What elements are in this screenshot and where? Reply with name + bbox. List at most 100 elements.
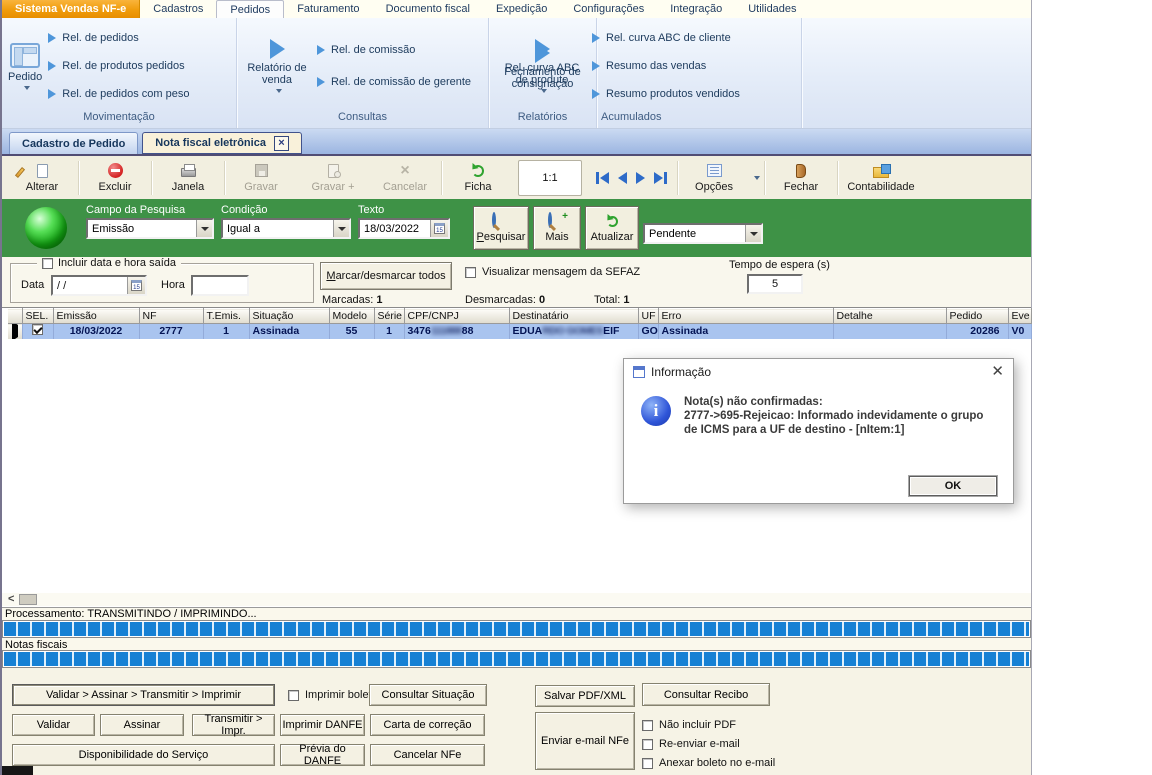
atualizar-button[interactable]: Atualizar (585, 206, 639, 250)
row-temis: 1 (203, 324, 249, 339)
relatorio-venda-button[interactable]: Relatório de venda (243, 39, 311, 93)
pesquisar-button[interactable]: Pesquisar (473, 206, 529, 250)
pedido-button[interactable]: Pedido (8, 43, 42, 90)
menu-item-resumo-vendas[interactable]: Resumo das vendas (592, 60, 740, 72)
close-tab-icon[interactable]: × (274, 136, 289, 151)
col-situacao[interactable]: Situação (249, 309, 329, 324)
ficha-button[interactable]: Ficha (442, 158, 514, 198)
nao-incluir-pdf-checkbox[interactable] (642, 720, 653, 731)
col-sel[interactable]: SEL. (22, 309, 53, 324)
menu-tab-integracao[interactable]: Integração (657, 0, 735, 18)
cancelar-nfe-button[interactable]: Cancelar NFe (370, 744, 485, 766)
mais-button[interactable]: + Mais (533, 206, 581, 250)
play-arrow-icon (592, 33, 600, 43)
tempo-espera-input[interactable]: 5 (747, 274, 803, 294)
opcoes-button[interactable]: Opções (678, 158, 750, 198)
col-modelo[interactable]: Modelo (329, 309, 374, 324)
cancelar-button[interactable]: ×Cancelar (369, 158, 441, 198)
hora-saida-input[interactable] (191, 275, 249, 296)
sefaz-checkbox[interactable] (465, 267, 476, 278)
marcar-desmarcar-button[interactable]: Marcar/desmarcar todos (320, 262, 452, 290)
incluir-data-checkbox[interactable] (42, 258, 53, 269)
app-button[interactable]: Sistema Vendas NF-e (2, 0, 140, 18)
row-marker-header[interactable] (8, 309, 22, 324)
anexar-boleto-checkbox[interactable] (642, 758, 653, 769)
col-temis[interactable]: T.Emis. (203, 309, 249, 324)
col-cpf-cnpj[interactable]: CPF/CNPJ (404, 309, 509, 324)
disponibilidade-servico-button[interactable]: Disponibilidade do Serviço (12, 744, 275, 766)
chevron-down-icon[interactable] (196, 220, 212, 237)
texto-input[interactable]: 18/03/202215 (358, 218, 450, 239)
menu-item-rel-comissao[interactable]: Rel. de comissão (317, 44, 471, 56)
carta-correcao-button[interactable]: Carta de correção (370, 714, 485, 736)
col-nf[interactable]: NF (139, 309, 203, 324)
menu-tab-configuracoes[interactable]: Configurações (560, 0, 657, 18)
menu-tab-faturamento[interactable]: Faturamento (284, 0, 372, 18)
tab-cadastro-pedido[interactable]: Cadastro de Pedido (9, 132, 138, 154)
consultar-recibo-button[interactable]: Consultar Recibo (642, 683, 770, 706)
menu-tab-documento-fiscal[interactable]: Documento fiscal (373, 0, 483, 18)
campo-pesquisa-select[interactable]: Emissão (86, 218, 214, 239)
calendar-button[interactable]: 15 (430, 220, 448, 237)
imprimir-boleto-checkbox[interactable] (288, 690, 299, 701)
rel-curva-abc-produto-button[interactable]: Rel. curva ABC de produto (498, 39, 586, 93)
chevron-down-icon[interactable] (745, 225, 761, 242)
condicao-select[interactable]: Igual a (221, 218, 351, 239)
next-record-button[interactable] (636, 172, 645, 184)
calendar-icon: 15 (434, 223, 445, 234)
menu-item-rel-curva-abc-cliente[interactable]: Rel. curva ABC de cliente (592, 32, 740, 44)
consultar-situacao-button[interactable]: Consultar Situação (369, 684, 487, 706)
previa-danfe-button[interactable]: Prévia do DANFE (280, 744, 365, 766)
col-destinatario[interactable]: Destinatário (509, 309, 638, 324)
chevron-down-icon[interactable] (333, 220, 349, 237)
col-detalhe[interactable]: Detalhe (833, 309, 946, 324)
fechar-button[interactable]: Fechar (765, 158, 837, 198)
menu-tab-utilidades[interactable]: Utilidades (735, 0, 809, 18)
janela-button[interactable]: Janela (152, 158, 224, 198)
last-record-button[interactable] (654, 172, 667, 184)
validar-assinar-transmitir-imprimir-button[interactable]: Validar > Assinar > Transmitir > Imprimi… (12, 684, 275, 706)
menu-item-rel-pedidos-peso[interactable]: Rel. de pedidos com peso (48, 88, 189, 100)
validar-button[interactable]: Validar (12, 714, 95, 736)
col-pedido[interactable]: Pedido (946, 309, 1008, 324)
gravar-button[interactable]: Gravar (225, 158, 297, 198)
menu-item-rel-produtos-pedidos[interactable]: Rel. de produtos pedidos (48, 60, 189, 72)
menu-tab-cadastros[interactable]: Cadastros (140, 0, 216, 18)
tab-nota-fiscal-eletronica[interactable]: Nota fiscal eletrônica × (142, 132, 302, 154)
previous-record-button[interactable] (618, 172, 627, 184)
enviar-email-nfe-button[interactable]: Enviar e-mail NFe (535, 712, 635, 770)
ok-button[interactable]: OK (909, 476, 997, 496)
row-destinatario: EDUARDO GOMESEIF (509, 324, 638, 339)
contabilidade-button[interactable]: Contabilidade (838, 158, 924, 198)
opcoes-dropdown-button[interactable] (750, 176, 764, 180)
col-uf[interactable]: UF (638, 309, 658, 324)
transmitir-impr-button[interactable]: Transmitir > Impr. (192, 714, 275, 736)
col-serie[interactable]: Série (374, 309, 404, 324)
salvar-pdf-xml-button[interactable]: Salvar PDF/XML (535, 685, 635, 707)
imprimir-danfe-button[interactable]: Imprimir DANFE (280, 714, 365, 736)
assinar-button[interactable]: Assinar (100, 714, 184, 736)
pedido-icon (10, 43, 40, 68)
status-filter-select[interactable]: Pendente (643, 223, 763, 244)
menu-item-resumo-produtos-vendidos[interactable]: Resumo produtos vendidos (592, 88, 740, 100)
close-icon[interactable]: ✕ (991, 364, 1004, 379)
first-record-button[interactable] (596, 172, 609, 184)
menu-item-rel-comissao-gerente[interactable]: Rel. de comissão de gerente (317, 76, 471, 88)
horizontal-scrollbar[interactable]: < (2, 593, 1031, 606)
menu-item-rel-pedidos[interactable]: Rel. de pedidos (48, 32, 189, 44)
calendar-button[interactable]: 15 (127, 277, 145, 294)
data-saida-input[interactable]: / / 15 (51, 275, 147, 296)
col-emissao[interactable]: Emissão (53, 309, 139, 324)
table-row[interactable]: 18/03/2022 2777 1 Assinada 55 1 34761118… (8, 324, 1032, 339)
excluir-button[interactable]: Excluir (79, 158, 151, 198)
menu-tab-pedidos[interactable]: Pedidos (216, 0, 284, 18)
menu-tab-expedicao[interactable]: Expedição (483, 0, 560, 18)
row-checkbox[interactable] (32, 324, 43, 335)
col-evento[interactable]: Eve (1008, 309, 1032, 324)
scroll-left-icon[interactable]: < (8, 594, 14, 605)
reenviar-email-checkbox[interactable] (642, 739, 653, 750)
gravar-mais-button[interactable]: Gravar + (297, 158, 369, 198)
col-erro[interactable]: Erro (658, 309, 833, 324)
alterar-button[interactable]: Alterar (6, 158, 78, 198)
scrollbar-thumb[interactable] (19, 594, 37, 605)
